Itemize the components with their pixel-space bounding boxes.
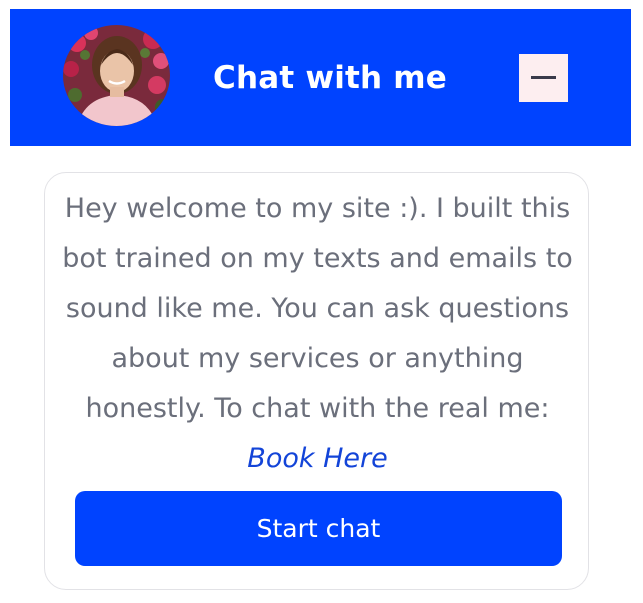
avatar [63,25,170,126]
welcome-message: Hey welcome to my site :). I built this … [57,184,578,484]
minimize-button[interactable] [519,54,568,102]
welcome-text: Hey welcome to my site :). I built this … [62,193,573,424]
chat-header: Chat with me [10,9,631,146]
minus-icon [531,76,556,79]
chat-title: Chat with me [213,60,448,96]
book-here-link[interactable]: Book Here [247,443,387,474]
start-chat-button[interactable]: Start chat [75,491,562,566]
welcome-card: Hey welcome to my site :). I built this … [44,172,589,590]
avatar-photo [63,25,170,126]
